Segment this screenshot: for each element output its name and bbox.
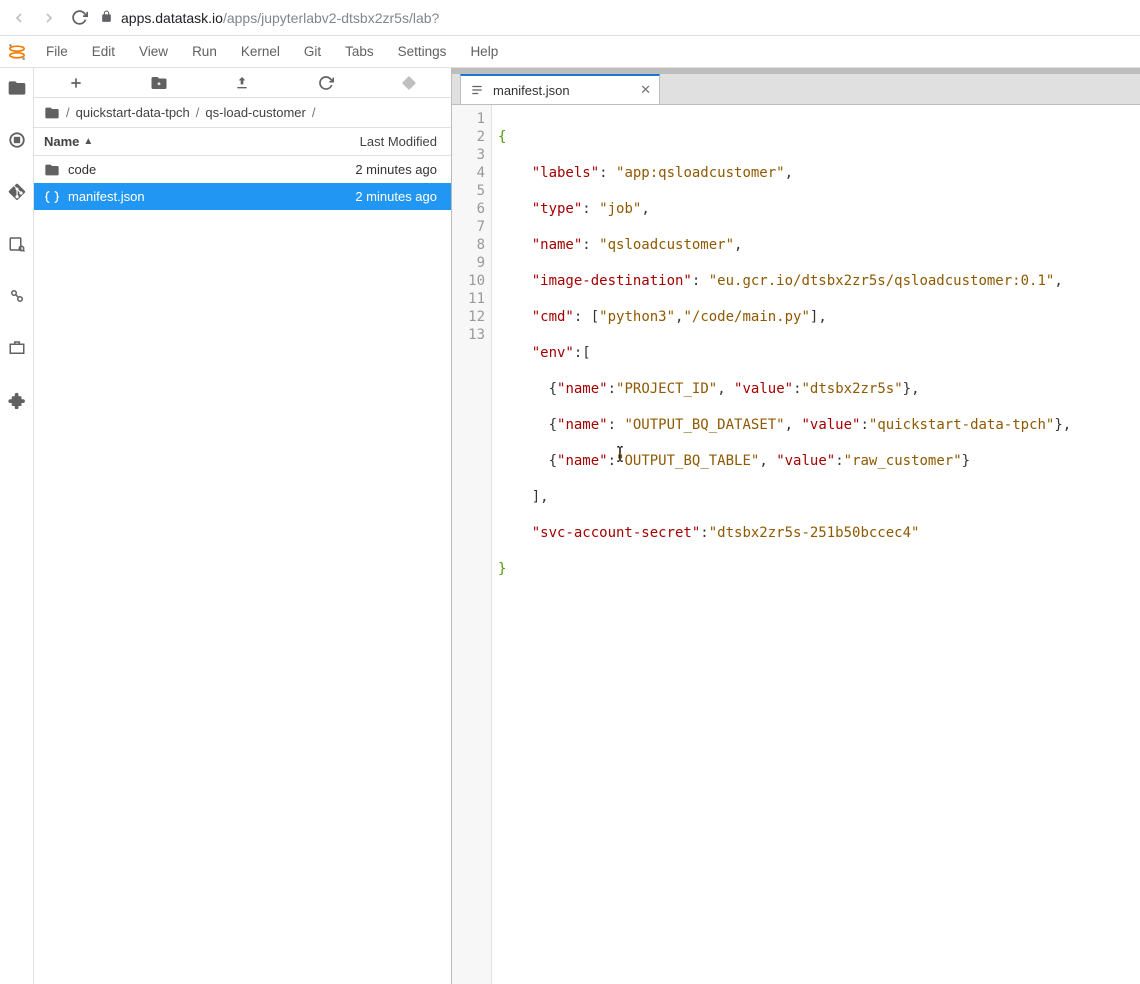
- file-row-folder[interactable]: code 2 minutes ago: [34, 156, 451, 183]
- col-modified-header[interactable]: Last Modified: [301, 134, 451, 149]
- text-cursor-icon: [614, 445, 626, 463]
- folder-icon[interactable]: [7, 78, 27, 98]
- menu-view[interactable]: View: [127, 38, 180, 65]
- menu-help[interactable]: Help: [458, 38, 510, 65]
- toc-icon[interactable]: [7, 234, 27, 254]
- file-list-headers: Name ▲ Last Modified: [34, 128, 451, 156]
- menu-tabs[interactable]: Tabs: [333, 38, 386, 65]
- breadcrumb: / quickstart-data-tpch / qs-load-custome…: [34, 98, 451, 128]
- file-row-json[interactable]: manifest.json 2 minutes ago: [34, 183, 451, 210]
- file-toolbar: [34, 68, 451, 98]
- refresh-button[interactable]: [316, 73, 336, 93]
- git-clone-button[interactable]: [399, 73, 419, 93]
- browser-toolbar: apps.datatask.io/apps/jupyterlabv2-dtsbx…: [0, 0, 1140, 36]
- menu-run[interactable]: Run: [180, 38, 229, 65]
- col-name-header[interactable]: Name ▲: [34, 134, 301, 149]
- file-modified: 2 minutes ago: [301, 162, 451, 177]
- tab-bar: manifest.json ✕: [452, 74, 1140, 104]
- url-host: apps.datatask.io: [121, 10, 223, 26]
- folder-icon: [44, 162, 60, 178]
- breadcrumb-seg1[interactable]: quickstart-data-tpch: [76, 105, 190, 120]
- menu-kernel[interactable]: Kernel: [229, 38, 292, 65]
- editor-area: manifest.json ✕ 12345678910111213 { "lab…: [452, 68, 1140, 984]
- menu-settings[interactable]: Settings: [386, 38, 459, 65]
- tab-title: manifest.json: [493, 83, 570, 98]
- tabs-icon[interactable]: [7, 338, 27, 358]
- sort-arrow-icon: ▲: [83, 136, 93, 147]
- code-content[interactable]: { "labels": "app:qsloadcustomer", "type"…: [492, 105, 1140, 984]
- json-icon: [469, 82, 485, 98]
- git-icon[interactable]: [7, 182, 27, 202]
- lock-icon: [100, 10, 113, 26]
- folder-icon[interactable]: [44, 105, 60, 121]
- activity-bar: [0, 68, 34, 984]
- address-bar[interactable]: apps.datatask.io/apps/jupyterlabv2-dtsbx…: [100, 10, 1130, 26]
- menu-edit[interactable]: Edit: [80, 38, 127, 65]
- file-modified: 2 minutes ago: [301, 189, 451, 204]
- new-folder-button[interactable]: [149, 73, 169, 93]
- new-launcher-button[interactable]: [66, 73, 86, 93]
- upload-button[interactable]: [232, 73, 252, 93]
- tab-manifest[interactable]: manifest.json ✕: [460, 74, 660, 104]
- file-name: code: [68, 162, 96, 177]
- build-icon[interactable]: [7, 286, 27, 306]
- breadcrumb-seg2[interactable]: qs-load-customer: [205, 105, 305, 120]
- code-editor[interactable]: 12345678910111213 { "labels": "app:qsloa…: [452, 104, 1140, 984]
- json-icon: [44, 189, 60, 205]
- forward-button[interactable]: [40, 9, 58, 27]
- file-name: manifest.json: [68, 189, 145, 204]
- close-icon[interactable]: ✕: [640, 82, 651, 98]
- running-icon[interactable]: [7, 130, 27, 150]
- url-path: /apps/jupyterlabv2-dtsbx2zr5s/lab?: [223, 10, 439, 26]
- extension-icon[interactable]: [7, 390, 27, 410]
- jupyter-logo[interactable]: [0, 41, 34, 63]
- back-button[interactable]: [10, 9, 28, 27]
- reload-button[interactable]: [70, 9, 88, 27]
- jupyterlab-menubar: File Edit View Run Kernel Git Tabs Setti…: [0, 36, 1140, 68]
- file-browser: / quickstart-data-tpch / qs-load-custome…: [34, 68, 452, 984]
- menu-file[interactable]: File: [34, 38, 80, 65]
- line-gutter: 12345678910111213: [452, 105, 492, 984]
- menu-git[interactable]: Git: [292, 38, 333, 65]
